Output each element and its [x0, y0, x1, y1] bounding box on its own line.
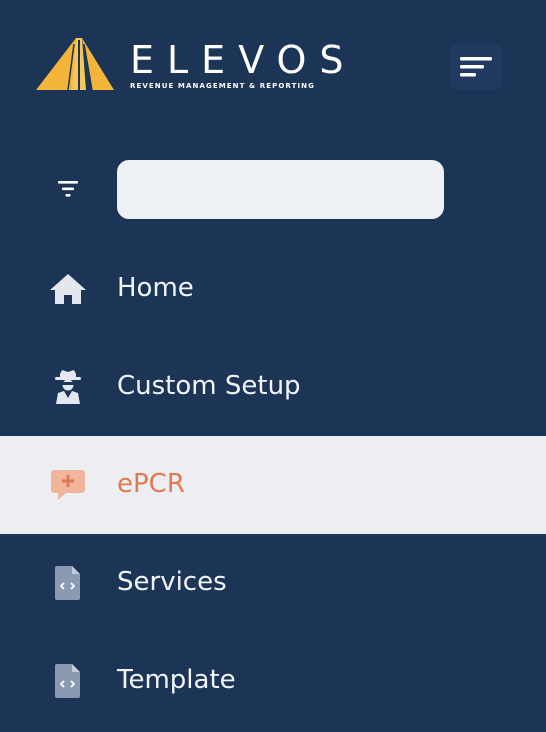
- sidebar-item-label: Home: [117, 273, 194, 303]
- sidebar-item-label: ePCR: [117, 469, 185, 499]
- brand-name: ELEVOS: [130, 38, 357, 82]
- sidebar-item-template[interactable]: Template: [0, 632, 546, 730]
- detective-icon: [55, 370, 81, 404]
- sidebar-nav: Home Custom Setup ePCR Services Template: [0, 240, 546, 730]
- sidebar-item-label: Services: [117, 567, 227, 597]
- sort-lines-icon: [460, 57, 492, 77]
- search-input[interactable]: [117, 160, 444, 219]
- sidebar-item-label: Template: [117, 665, 236, 695]
- code-file-icon: [55, 664, 80, 698]
- menu-toggle-button[interactable]: [450, 44, 502, 90]
- logo-mark-icon: [36, 38, 114, 91]
- sidebar-item-services[interactable]: Services: [0, 534, 546, 632]
- brand-tagline: REVENUE MANAGEMENT & REPORTING: [130, 82, 315, 90]
- sidebar: ELEVOS REVENUE MANAGEMENT & REPORTING Ho…: [0, 0, 546, 732]
- sidebar-item-epcr[interactable]: ePCR: [0, 436, 546, 534]
- sidebar-item-home[interactable]: Home: [0, 240, 546, 338]
- sidebar-item-label: Custom Setup: [117, 371, 301, 401]
- medical-chat-icon: [51, 470, 85, 500]
- code-file-icon: [55, 566, 80, 600]
- filter-icon[interactable]: [56, 178, 80, 200]
- sidebar-item-custom-setup[interactable]: Custom Setup: [0, 338, 546, 436]
- home-icon: [50, 274, 86, 304]
- brand-logo[interactable]: ELEVOS REVENUE MANAGEMENT & REPORTING: [36, 36, 366, 96]
